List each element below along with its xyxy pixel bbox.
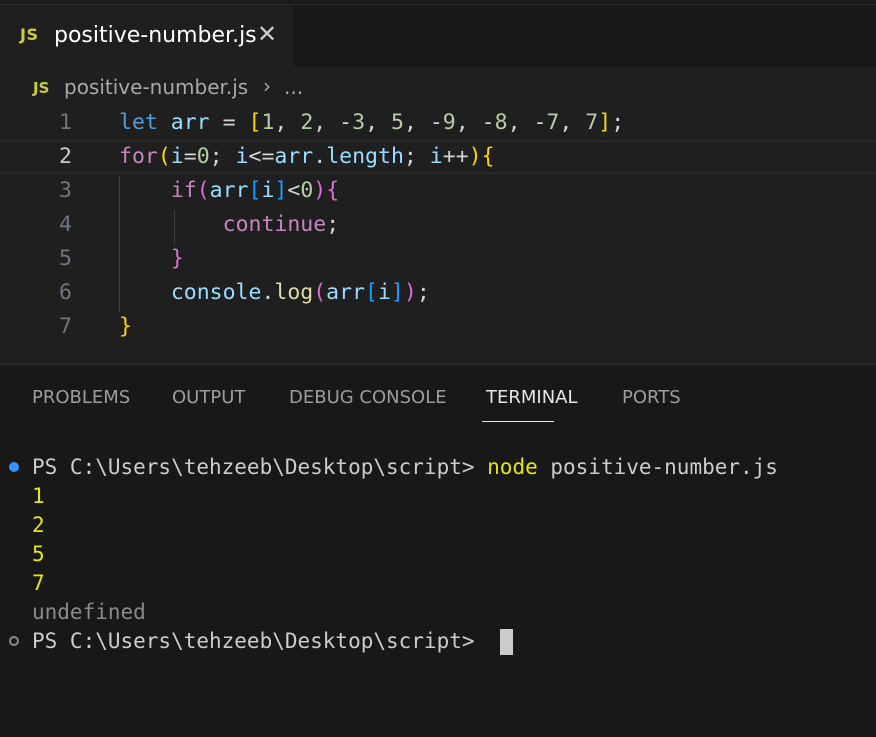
line-number: 4 [59,212,72,237]
line-number: 5 [59,246,72,271]
terminal-output-line: 5 [32,542,45,566]
line-number: 3 [59,178,72,203]
tab-debug-console[interactable]: DEBUG CONSOLE [289,387,447,408]
terminal-cursor [500,629,513,655]
tab-output[interactable]: OUTPUT [172,387,245,408]
code-line-current[interactable]: 2 for(i=0; i<=arr.length; i++){ [0,140,876,174]
code-text: if(arr[i]<0){ [170,178,340,203]
tab-label: positive-number.js [54,23,257,48]
code-line[interactable]: 5 } [0,242,876,276]
chevron-right-icon: › [263,74,271,98]
js-file-icon: JS [20,25,39,44]
code-text: } [170,246,184,271]
command-success-dot-icon[interactable] [9,462,19,472]
breadcrumb-more[interactable]: ... [284,75,303,99]
terminal-command-name: node [487,455,538,479]
code-text: console.log(arr[i]); [170,280,430,305]
line-number: 7 [59,314,72,339]
breadcrumb-file[interactable]: positive-number.js [64,75,248,99]
terminal-output-line: 2 [32,513,45,537]
terminal-result-line: undefined [32,600,146,624]
editor-tab-bar: JS positive-number.js ✕ [0,4,876,67]
line-number: 1 [59,110,72,135]
code-line[interactable]: 1 let arr = [1, 2, -3, 5, -9, -8, -7, 7]… [0,106,876,140]
code-text: continue; [222,212,340,237]
terminal-output-line: 1 [32,484,45,508]
command-pending-dot-icon[interactable] [9,636,19,646]
code-line[interactable]: 6 console.log(arr[i]); [0,276,876,310]
bottom-panel: PROBLEMS OUTPUT DEBUG CONSOLE TERMINAL P… [0,364,876,737]
tab-ports[interactable]: PORTS [622,387,681,408]
code-text: } [119,314,132,339]
tab-problems[interactable]: PROBLEMS [32,387,130,408]
line-number: 6 [59,280,72,305]
js-file-icon: JS [33,79,50,97]
terminal-prompt-line: PS C:\Users\tehzeeb\Desktop\script> [32,629,488,653]
code-line[interactable]: 7 } [0,310,876,344]
breadcrumb: JS positive-number.js › ... [0,68,876,106]
terminal-output-line: 7 [32,571,45,595]
line-number: 2 [59,144,72,169]
tab-terminal[interactable]: TERMINAL [486,387,578,408]
close-icon[interactable]: ✕ [257,19,277,49]
code-line[interactable]: 3 if(arr[i]<0){ [0,174,876,208]
tab-positive-number-js[interactable]: JS positive-number.js ✕ [0,5,294,67]
code-text: let arr = [1, 2, -3, 5, -9, -8, -7, 7]; [119,110,625,135]
code-editor[interactable]: 1 let arr = [1, 2, -3, 5, -9, -8, -7, 7]… [0,106,876,362]
code-line[interactable]: 4 continue; [0,208,876,242]
terminal-prompt: PS C:\Users\tehzeeb\Desktop\script> [32,455,488,479]
code-text: for(i=0; i<=arr.length; i++){ [119,144,495,169]
active-tab-indicator [482,421,554,422]
terminal-command-line: PS C:\Users\tehzeeb\Desktop\script> node… [32,453,778,482]
terminal-command-args: positive-number.js [537,455,778,479]
